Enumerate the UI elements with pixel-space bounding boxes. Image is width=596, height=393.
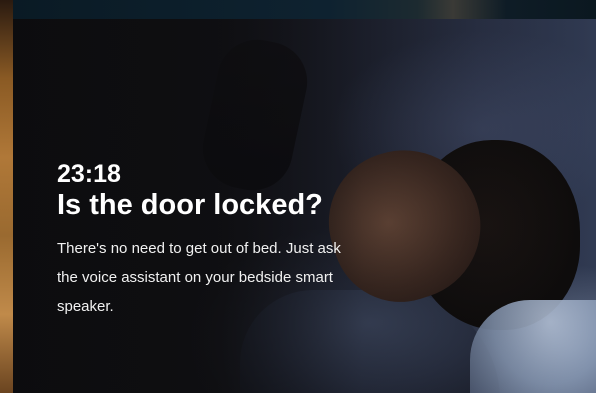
carousel-page: 23:18 Is the door locked? There's no nee… — [0, 0, 596, 393]
slide-time: 23:18 — [57, 160, 121, 188]
previous-slide-strip — [0, 0, 596, 19]
slide-content: 23:18 Is the door locked? There's no nee… — [57, 160, 377, 321]
slide-body: There's no need to get out of bed. Just … — [57, 240, 341, 315]
previous-slide-edge — [0, 0, 13, 393]
slide-headline: Is the door locked? — [57, 189, 323, 221]
